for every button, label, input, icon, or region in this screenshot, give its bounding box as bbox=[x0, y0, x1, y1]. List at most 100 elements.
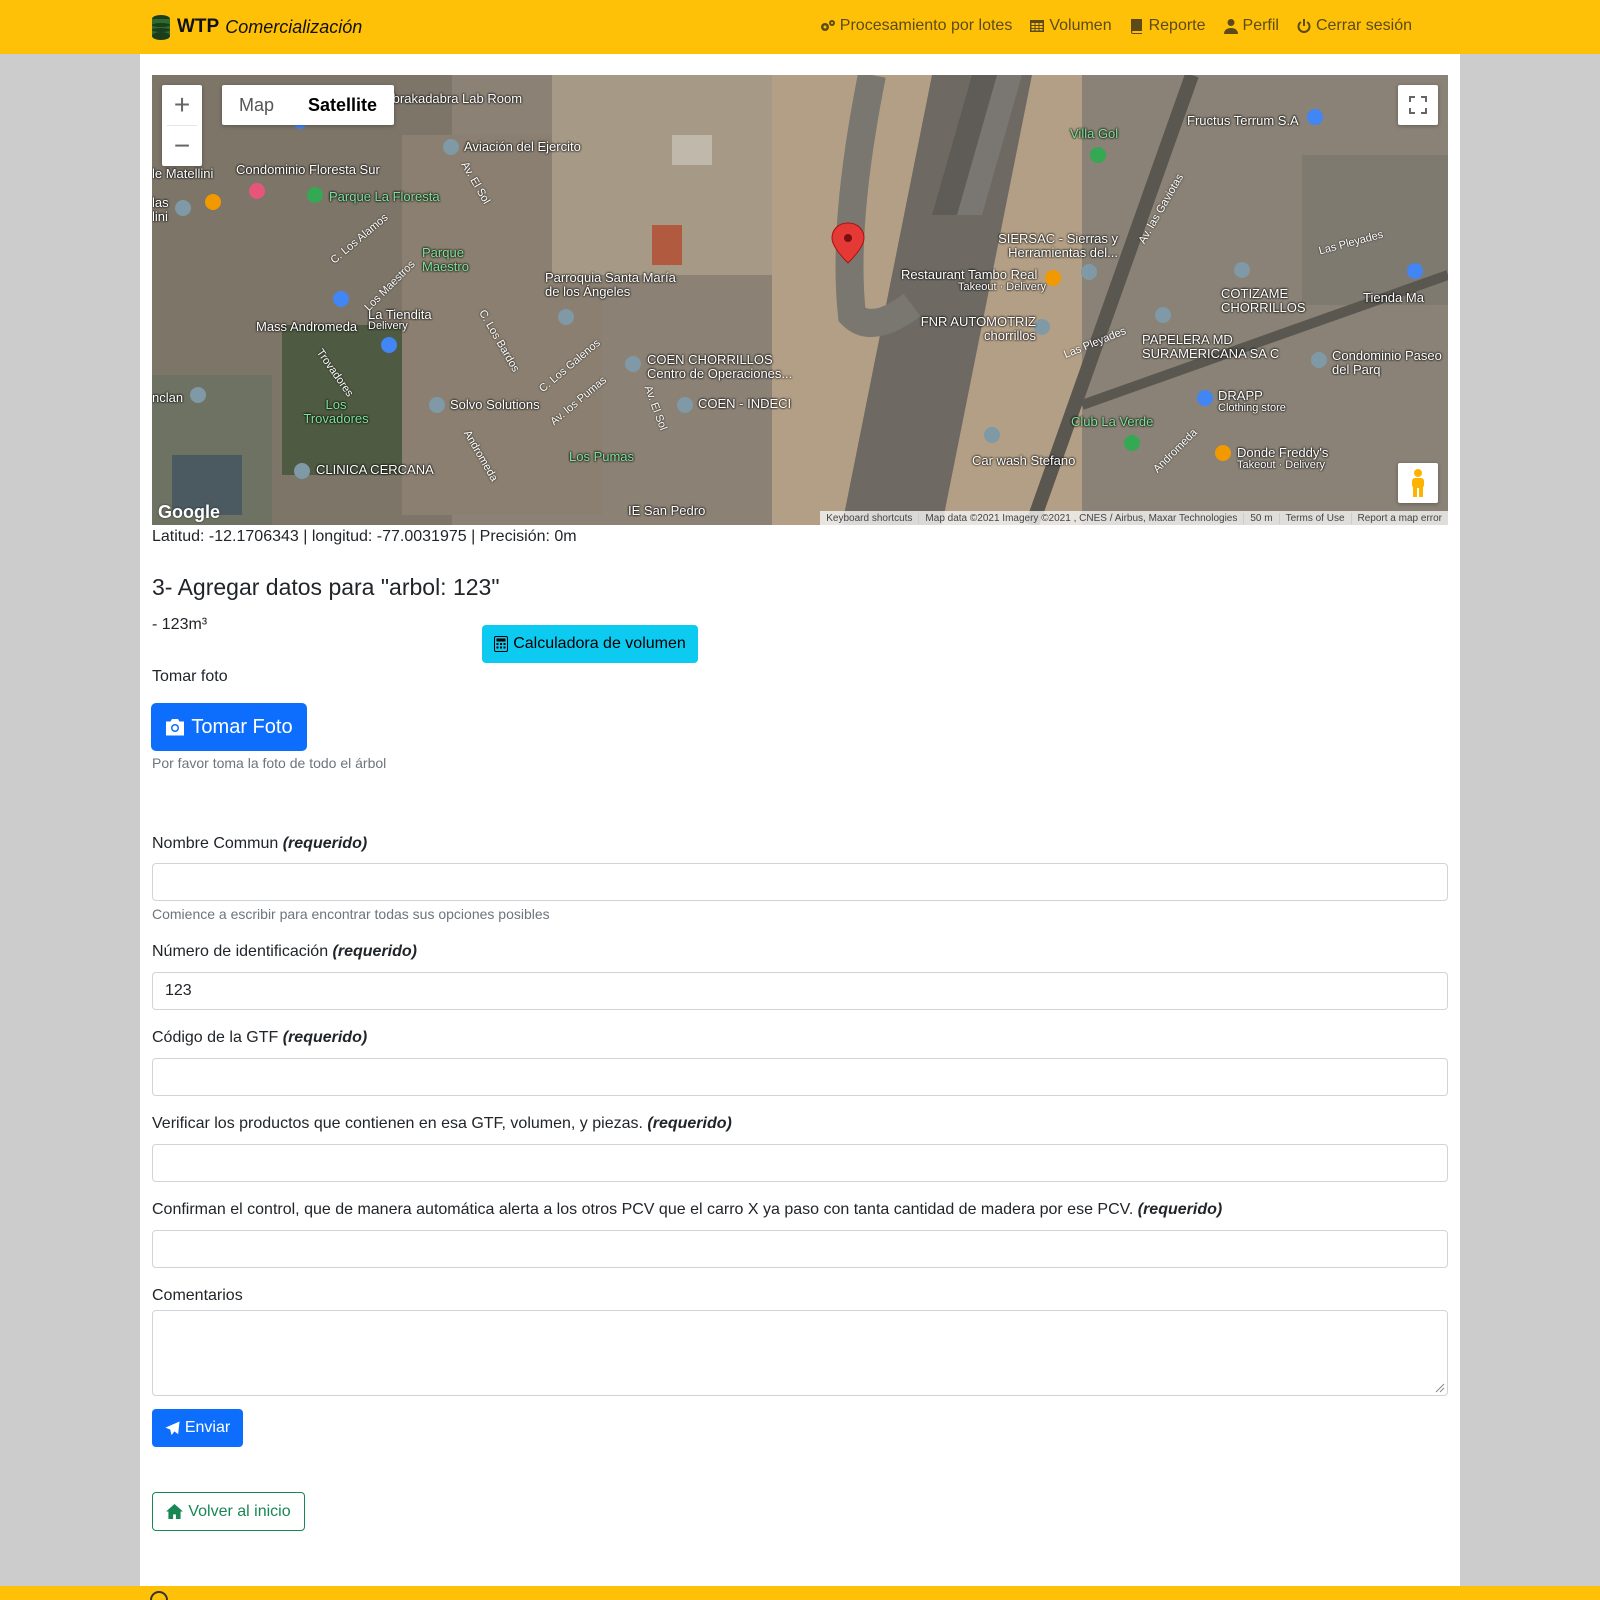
map-label: Delivery bbox=[368, 320, 408, 332]
map-satellite[interactable]: Abrakadabra Lab Room Aviación del Ejerci… bbox=[152, 75, 1448, 525]
send-button[interactable]: Enviar bbox=[152, 1409, 243, 1447]
map-label: Clothing store bbox=[1218, 402, 1286, 414]
map-label: nclan bbox=[152, 390, 184, 405]
map-label: Los Pumas bbox=[569, 449, 635, 464]
nav-item-label: Perfil bbox=[1242, 17, 1279, 34]
map-label: Fructus Terrum S.A bbox=[1187, 113, 1299, 128]
report-error-link[interactable]: Report a map error bbox=[1350, 512, 1448, 524]
map-label: Centro de Operaciones... bbox=[647, 366, 793, 381]
nombre-input[interactable] bbox=[152, 863, 1448, 901]
back-home-button[interactable]: Volver al inicio bbox=[152, 1492, 305, 1531]
map-type-map-button[interactable]: Map bbox=[222, 85, 291, 125]
map-label: COEN CHORRILLOS bbox=[647, 352, 773, 367]
terms-link[interactable]: Terms of Use bbox=[1278, 512, 1351, 524]
nav-item-label: Cerrar sesión bbox=[1315, 17, 1412, 34]
map-label: Villa Gol bbox=[1070, 126, 1119, 141]
nav-item-profile[interactable]: Perfil bbox=[1223, 17, 1279, 35]
map-label: COEN - INDECI bbox=[698, 396, 792, 411]
map-label: PAPELERA MD SURAMERICANA SA C bbox=[1142, 332, 1280, 361]
nombre-label-text: Nombre Commun bbox=[152, 835, 279, 852]
map-label: DRAPP bbox=[1218, 388, 1263, 403]
zoom-in-button[interactable]: + bbox=[162, 85, 202, 125]
map-label: le Matellini bbox=[152, 166, 214, 181]
fullscreen-icon bbox=[1409, 96, 1427, 114]
verificar-label-text: Verificar los productos que contienen en… bbox=[152, 1115, 643, 1132]
confirman-input[interactable] bbox=[152, 1230, 1448, 1268]
map-label: Club La Verde bbox=[1071, 414, 1154, 429]
verificar-input[interactable] bbox=[152, 1144, 1448, 1182]
map-label: Abrakadabra Lab Room bbox=[384, 91, 523, 106]
required-tag: (requerido) bbox=[647, 1115, 732, 1132]
take-photo-button[interactable]: Tomar Foto bbox=[151, 703, 307, 751]
fullscreen-button[interactable] bbox=[1398, 85, 1438, 125]
volume-calculator-label: Calculadora de volumen bbox=[513, 635, 686, 652]
numero-label: Número de identificación (requerido) bbox=[152, 943, 417, 961]
footer-logo-icon bbox=[150, 1591, 168, 1600]
book-icon bbox=[1130, 19, 1142, 34]
map-label: Restaurant Tambo Real bbox=[901, 267, 1038, 282]
map-label: Parque La Floresta bbox=[329, 189, 440, 204]
confirman-label: Confirman el control, que de manera auto… bbox=[152, 1201, 1222, 1219]
map-type-control: Map Satellite bbox=[222, 85, 395, 125]
photo-help-text: Por favor toma la foto de todo el árbol bbox=[152, 755, 387, 771]
numero-label-text: Número de identificación bbox=[152, 943, 329, 960]
paper-plane-icon bbox=[165, 1420, 180, 1435]
gears-icon bbox=[820, 20, 835, 31]
map-label: Car wash Stefano bbox=[972, 453, 1076, 468]
brand-name: WTP bbox=[177, 16, 220, 37]
database-coins-icon bbox=[152, 15, 170, 40]
navbar: WTP Comercialización Procesamiento por l… bbox=[0, 0, 1600, 54]
nav-item-label: Reporte bbox=[1148, 17, 1206, 34]
home-icon bbox=[166, 1504, 184, 1519]
map-label: Condominio Paseo del Parq bbox=[1332, 348, 1442, 377]
nombre-label: Nombre Commun (requerido) bbox=[152, 835, 367, 853]
scale-text[interactable]: 50 m bbox=[1243, 512, 1278, 524]
map-label: Tienda Ma bbox=[1363, 290, 1424, 305]
map-label: Donde Freddy's bbox=[1237, 445, 1329, 460]
back-home-label: Volver al inicio bbox=[188, 1502, 291, 1520]
section-title: 3- Agregar datos para "arbol: 123" bbox=[152, 574, 500, 600]
map-label: COTIZAME CHORRILLOS bbox=[1221, 286, 1306, 315]
nav-item-logout[interactable]: Cerrar sesión bbox=[1296, 17, 1412, 35]
nav-item-volume[interactable]: Volumen bbox=[1029, 17, 1112, 35]
comentarios-textarea[interactable] bbox=[152, 1310, 1448, 1396]
map-label: IE San Pedro bbox=[628, 503, 706, 518]
nav-menu: Procesamiento por lotes Volumen Reporte … bbox=[803, 17, 1412, 35]
take-photo-label: Tomar Foto bbox=[191, 715, 293, 738]
required-tag: (requerido) bbox=[282, 835, 368, 852]
map-label: FNR AUTOMOTRIZ chorrillos bbox=[920, 314, 1036, 343]
google-logo: Google bbox=[158, 502, 220, 522]
required-tag: (requerido) bbox=[282, 1029, 368, 1046]
zoom-out-button[interactable]: − bbox=[162, 126, 202, 166]
codigo-input[interactable] bbox=[152, 1058, 1448, 1096]
footer bbox=[0, 1586, 1600, 1600]
main-container: Abrakadabra Lab Room Aviación del Ejerci… bbox=[140, 54, 1460, 1600]
nav-item-label: Volumen bbox=[1049, 17, 1112, 34]
photo-label: Tomar foto bbox=[152, 668, 228, 685]
brand-subtitle: Comercialización bbox=[225, 16, 363, 37]
camera-icon bbox=[166, 719, 185, 736]
codigo-label-text: Código de la GTF bbox=[152, 1029, 279, 1046]
resize-handle-icon[interactable] bbox=[1433, 1381, 1445, 1393]
map-type-satellite-button[interactable]: Satellite bbox=[291, 85, 394, 125]
power-icon bbox=[1297, 19, 1311, 34]
map-label: Los Trovadores bbox=[303, 397, 369, 426]
keyboard-shortcuts-link[interactable]: Keyboard shortcuts bbox=[820, 513, 918, 524]
user-icon bbox=[1223, 19, 1238, 34]
required-tag: (requerido) bbox=[1137, 1201, 1223, 1218]
map-label: CLINICA CERCANA bbox=[316, 462, 434, 477]
nav-item-report[interactable]: Reporte bbox=[1129, 17, 1206, 35]
map-label: Parroquia Santa María de los Ángeles bbox=[545, 270, 676, 299]
map-label: SIERSAC - Sierras y Herramientas del... bbox=[998, 231, 1118, 260]
nombre-help-text: Comience a escribir para encontrar todas… bbox=[152, 906, 550, 922]
nav-item-label: Procesamiento por lotes bbox=[839, 17, 1013, 34]
zoom-control: + − bbox=[162, 85, 202, 166]
volume-calculator-button[interactable]: Calculadora de volumen bbox=[482, 625, 698, 663]
brand[interactable]: WTP Comercialización bbox=[150, 14, 362, 40]
street-view-button[interactable] bbox=[1398, 463, 1438, 503]
map-label: Aviación del Ejercito bbox=[464, 139, 581, 154]
pegman-icon bbox=[1412, 469, 1424, 497]
nav-item-batch[interactable]: Procesamiento por lotes bbox=[820, 17, 1013, 35]
numero-input[interactable]: 123 bbox=[152, 972, 1448, 1010]
confirman-label-text: Confirman el control, que de manera auto… bbox=[152, 1201, 1134, 1218]
